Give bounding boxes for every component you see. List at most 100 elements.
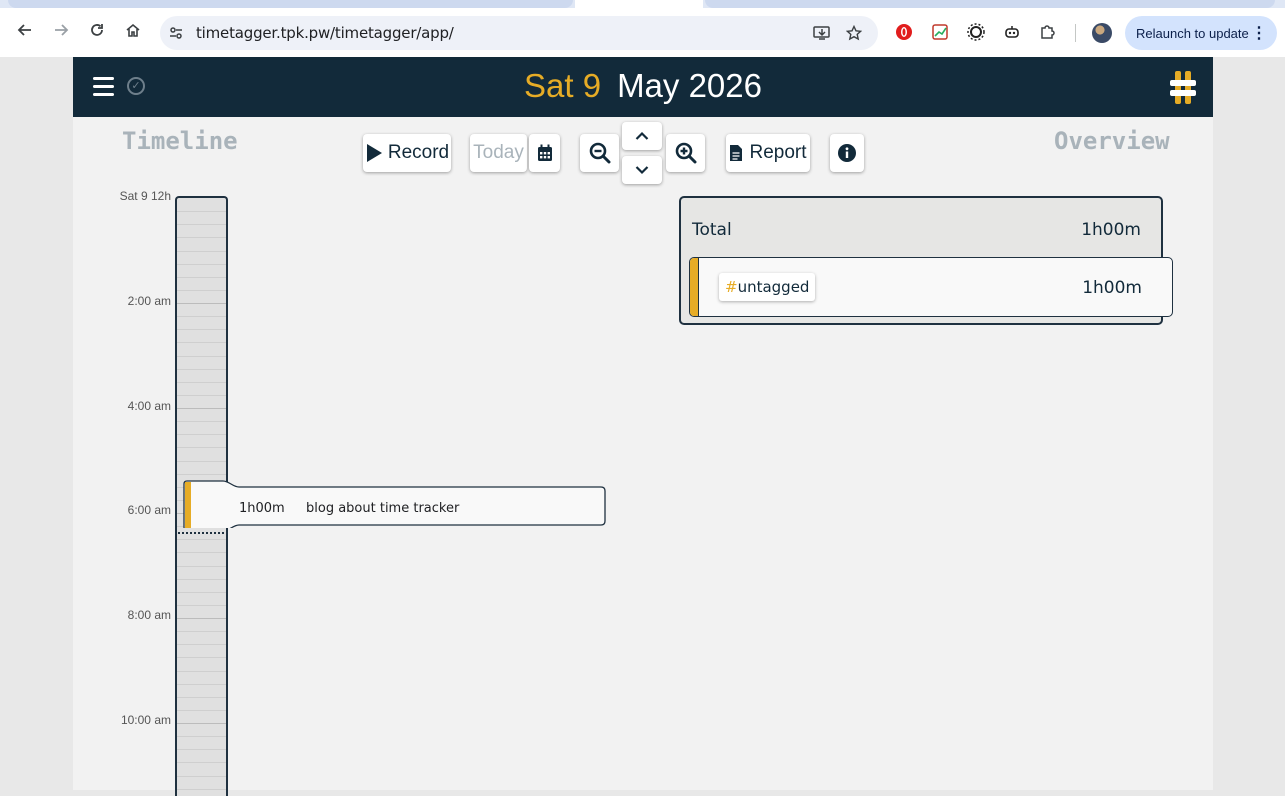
timeline-gridline bbox=[177, 749, 226, 750]
timeline-gridline bbox=[177, 684, 226, 685]
record-description[interactable]: blog about time tracker bbox=[306, 501, 459, 516]
reload-icon[interactable] bbox=[84, 17, 110, 43]
date-month-year: May 2026 bbox=[617, 67, 762, 104]
overview-title: Overview bbox=[1054, 127, 1170, 155]
info-icon bbox=[838, 144, 856, 162]
timeline-gridline bbox=[177, 421, 226, 422]
report-button[interactable]: Report bbox=[726, 134, 810, 172]
timeline-gridline bbox=[177, 697, 226, 698]
timeline-gridline bbox=[177, 447, 226, 448]
timeline-gridline bbox=[177, 211, 226, 212]
play-icon bbox=[366, 144, 382, 162]
back-icon[interactable] bbox=[12, 17, 38, 43]
chevron-up-icon bbox=[635, 131, 649, 140]
browser-tab[interactable] bbox=[705, 0, 1275, 8]
overview-total-value: 1h00m bbox=[1081, 220, 1141, 240]
timeline-gridline bbox=[177, 539, 226, 540]
record-button[interactable]: Record bbox=[363, 134, 451, 172]
timeline-title: Timeline bbox=[122, 127, 238, 155]
timeline-gridline bbox=[177, 631, 226, 632]
app-body: Timeline Overview Record Today Report Sa… bbox=[73, 117, 1213, 796]
timeline-gridline bbox=[177, 434, 226, 435]
calendar-button[interactable] bbox=[529, 134, 560, 172]
timeline-gridline bbox=[177, 657, 226, 658]
zoom-out-button[interactable] bbox=[580, 134, 619, 172]
zoom-in-icon bbox=[675, 142, 696, 164]
timeline-gridline bbox=[177, 356, 226, 357]
timeline-gridline bbox=[177, 329, 226, 330]
zoom-in-button[interactable] bbox=[666, 134, 705, 172]
timeline-gridline bbox=[177, 474, 226, 475]
bookmark-star-icon[interactable] bbox=[844, 23, 864, 43]
timeline-gridline bbox=[177, 224, 226, 225]
timeline-gridline bbox=[177, 369, 226, 370]
scroll-down-button[interactable] bbox=[622, 156, 662, 184]
profile-avatar[interactable] bbox=[1092, 23, 1112, 43]
tag-hash: # bbox=[725, 278, 738, 296]
timeline-gridline bbox=[177, 736, 226, 737]
timeline-gridline bbox=[177, 552, 226, 553]
timeline-gridline bbox=[177, 264, 226, 265]
timeline-gridline bbox=[177, 644, 226, 645]
timeline-gridline bbox=[177, 776, 226, 777]
robot-extension-icon[interactable] bbox=[1002, 22, 1022, 42]
install-app-icon[interactable] bbox=[812, 23, 832, 43]
report-label: Report bbox=[749, 142, 807, 163]
record-label: Record bbox=[387, 142, 450, 163]
timeline-gridline bbox=[177, 237, 226, 238]
record-item[interactable]: 1h00m blog about time tracker bbox=[183, 480, 607, 528]
report-document-icon bbox=[730, 145, 743, 161]
info-button[interactable] bbox=[830, 134, 864, 172]
tag-duration: 1h00m bbox=[1082, 278, 1142, 298]
timeline-gridline bbox=[177, 579, 226, 580]
overview-total-label: Total bbox=[692, 220, 732, 240]
chart-extension-icon[interactable] bbox=[930, 22, 950, 42]
toolbar-separator bbox=[1075, 24, 1076, 42]
relaunch-button[interactable]: Relaunch to update ⋮ bbox=[1125, 16, 1277, 50]
timeline-gridline bbox=[177, 251, 226, 252]
timeline-gridline bbox=[177, 618, 226, 619]
tag-chip[interactable]: # untagged bbox=[719, 273, 816, 301]
scroll-up-button[interactable] bbox=[622, 122, 662, 150]
chevron-down-icon bbox=[635, 166, 649, 175]
timeline-tick-label: 10:00 am bbox=[120, 713, 171, 727]
timeline-gridline bbox=[177, 461, 226, 462]
date-day: Sat 9 bbox=[524, 67, 602, 104]
record-end-line bbox=[178, 532, 228, 534]
today-label: Today bbox=[473, 142, 524, 163]
timeline-gridline bbox=[177, 316, 226, 317]
extensions-puzzle-icon[interactable] bbox=[1038, 22, 1058, 42]
timeline-gridline bbox=[177, 566, 226, 567]
home-icon[interactable] bbox=[120, 17, 146, 43]
tag-color-bar bbox=[690, 258, 699, 316]
timeline-gridline bbox=[177, 382, 226, 383]
timeline-gridline bbox=[177, 671, 226, 672]
sun-extension-icon[interactable] bbox=[966, 22, 986, 42]
today-button[interactable]: Today bbox=[470, 134, 527, 172]
timeline-gridline bbox=[177, 277, 226, 278]
timeline-gridline bbox=[177, 290, 226, 291]
site-info-icon[interactable] bbox=[166, 23, 186, 43]
more-menu-icon[interactable]: ⋮ bbox=[1251, 23, 1267, 43]
timeline-tick-label: 6:00 am bbox=[127, 503, 171, 517]
date-title[interactable]: Sat 9 May 2026 bbox=[73, 67, 1213, 105]
overview-tag-row[interactable]: # untagged 1h00m bbox=[689, 257, 1173, 317]
timeline-tick-label: 4:00 am bbox=[127, 399, 171, 413]
app-header: ✓ Sat 9 May 2026 bbox=[73, 57, 1213, 117]
timeline-gridline bbox=[177, 395, 226, 396]
browser-tab[interactable] bbox=[8, 0, 573, 8]
timetagger-logo-icon[interactable] bbox=[1170, 71, 1196, 104]
tag-name: untagged bbox=[737, 278, 810, 296]
timeline-gridline bbox=[177, 342, 226, 343]
timeline-gridline bbox=[177, 303, 226, 304]
timeline-gridline bbox=[177, 408, 226, 409]
url-text[interactable]: timetagger.tpk.pw/timetagger/app/ bbox=[196, 24, 454, 42]
timeline-gridline bbox=[177, 592, 226, 593]
timeline-gridline bbox=[177, 605, 226, 606]
timeline-tick-label: 8:00 am bbox=[127, 608, 171, 622]
forward-icon[interactable] bbox=[48, 17, 74, 43]
relaunch-label: Relaunch to update bbox=[1136, 25, 1249, 41]
address-bar[interactable]: timetagger.tpk.pw/timetagger/app/ bbox=[160, 16, 878, 50]
timeline-gridline bbox=[177, 762, 226, 763]
opera-extension-icon[interactable] bbox=[894, 22, 914, 42]
